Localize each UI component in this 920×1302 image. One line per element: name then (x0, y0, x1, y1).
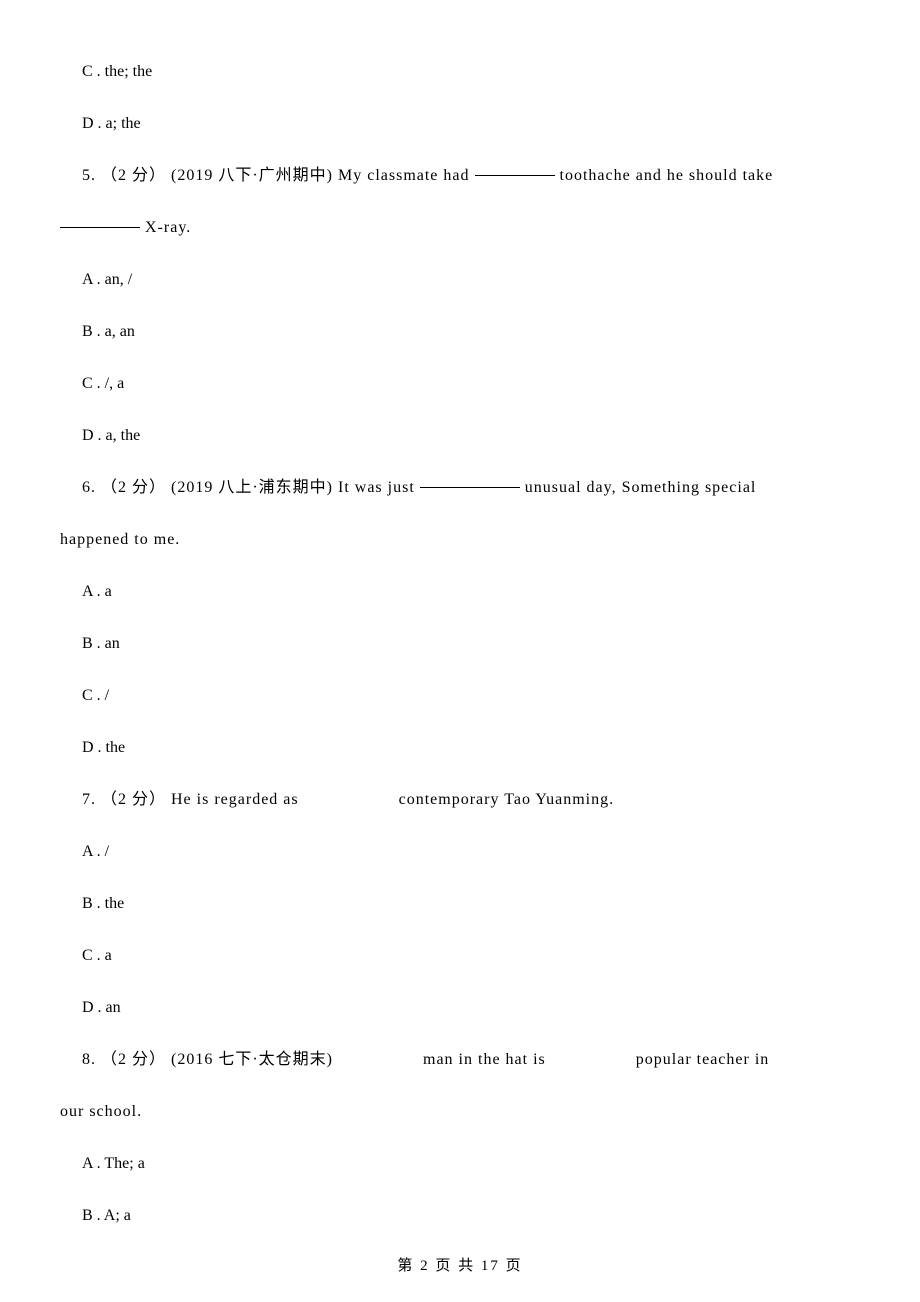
q5-option-d[interactable]: D . a, the (30, 424, 890, 448)
q6-stem-c: happened to me. (60, 531, 180, 548)
q7-option-c[interactable]: C . a (30, 944, 890, 968)
q6-stem-a: 6. （2 分） (2019 八上·浦东期中) It was just (82, 479, 420, 496)
q8-stem-a: 8. （2 分） (2016 七下·太仓期末) (82, 1051, 333, 1068)
q7-stem: 7. （2 分） He is regarded as contemporary T… (30, 788, 890, 812)
q5-blank-1[interactable] (475, 174, 555, 176)
q6-blank-1[interactable] (420, 486, 520, 488)
q6-stem-line1: 6. （2 分） (2019 八上·浦东期中) It was just unus… (30, 476, 890, 500)
q7-stem-b: contemporary Tao Yuanming. (399, 791, 615, 808)
q7-option-d[interactable]: D . an (30, 996, 890, 1020)
q5-option-a[interactable]: A . an, / (30, 268, 890, 292)
q5-stem-line1: 5. （2 分） (2019 八下·广州期中) My classmate had… (30, 164, 890, 188)
q5-option-c[interactable]: C . /, a (30, 372, 890, 396)
q6-option-b[interactable]: B . an (30, 632, 890, 656)
q4-option-d[interactable]: D . a; the (30, 112, 890, 136)
q6-stem-line2: happened to me. (30, 528, 890, 552)
q5-stem-line2: X-ray. (30, 216, 890, 240)
q8-stem-line2: our school. (30, 1100, 890, 1124)
q7-option-b[interactable]: B . the (30, 892, 890, 916)
q5-stem-b: toothache and he should take (555, 167, 774, 184)
page-number: 第 2 页 共 17 页 (0, 1255, 920, 1278)
q8-stem-b: man in the hat is (423, 1051, 546, 1068)
q5-stem-a: 5. （2 分） (2019 八下·广州期中) My classmate had (82, 167, 475, 184)
q8-option-b[interactable]: B . A; a (30, 1204, 890, 1228)
q5-stem-c: X-ray. (140, 219, 191, 236)
q5-option-b[interactable]: B . a, an (30, 320, 890, 344)
q6-option-d[interactable]: D . the (30, 736, 890, 760)
q6-option-c[interactable]: C . / (30, 684, 890, 708)
q8-stem-d: our school. (60, 1103, 142, 1120)
q7-option-a[interactable]: A . / (30, 840, 890, 864)
q6-option-a[interactable]: A . a (30, 580, 890, 604)
q4-option-c[interactable]: C . the; the (30, 60, 890, 84)
q7-stem-a: 7. （2 分） He is regarded as (82, 791, 299, 808)
q8-stem-c: popular teacher in (636, 1051, 770, 1068)
q6-stem-b: unusual day, Something special (520, 479, 757, 496)
q8-stem-line1: 8. （2 分） (2016 七下·太仓期末) man in the hat is… (30, 1048, 890, 1072)
q8-option-a[interactable]: A . The; a (30, 1152, 890, 1176)
q5-blank-2[interactable] (60, 226, 140, 228)
